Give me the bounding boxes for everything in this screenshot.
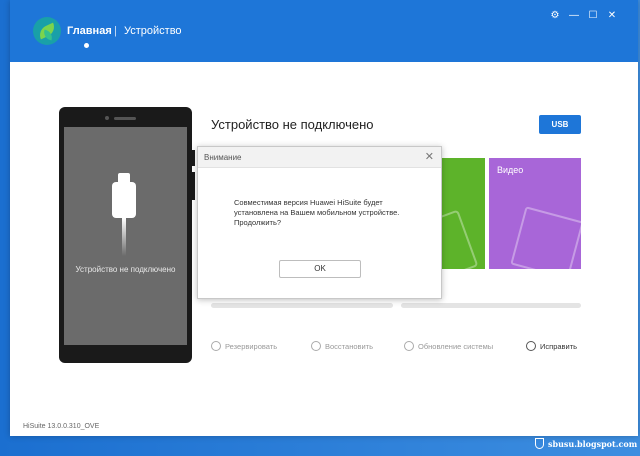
storage-bar-left bbox=[211, 303, 393, 308]
phone-status-text: Устройство не подключено bbox=[75, 265, 176, 274]
hisuite-logo-icon bbox=[33, 17, 61, 45]
backup-button[interactable]: Резервировать bbox=[211, 341, 277, 351]
tile-green[interactable] bbox=[440, 158, 485, 269]
video-icon bbox=[510, 206, 581, 269]
settings-icon[interactable]: ⚙ bbox=[549, 11, 561, 21]
usb-plug-icon bbox=[112, 173, 136, 218]
app-header: Главная | Устройство ⚙ — ☐ ✕ bbox=[10, 0, 638, 62]
phone-screen: Устройство не подключено bbox=[64, 127, 187, 345]
minimize-icon[interactable]: — bbox=[568, 11, 580, 21]
system-update-icon bbox=[404, 341, 414, 351]
maximize-icon[interactable]: ☐ bbox=[587, 11, 599, 21]
shield-icon bbox=[535, 438, 544, 449]
phone-illustration: Устройство не подключено bbox=[59, 107, 192, 363]
system-update-button[interactable]: Обновление системы bbox=[404, 341, 493, 351]
watermark: sbusu.blogspot.com bbox=[535, 438, 637, 449]
dialog-title: Внимание bbox=[204, 153, 242, 162]
nav-separator: | bbox=[114, 25, 117, 37]
tile-video[interactable]: Видео bbox=[489, 158, 581, 269]
backup-label: Резервировать bbox=[225, 341, 278, 351]
system-update-label: Обновление системы bbox=[418, 341, 494, 351]
usb-connect-button[interactable]: USB bbox=[539, 115, 581, 134]
phone-camera bbox=[105, 116, 109, 120]
watermark-text: sbusu.blogspot.com bbox=[548, 438, 638, 449]
hisuite-window: Главная | Устройство ⚙ — ☐ ✕ Устройство … bbox=[10, 0, 638, 436]
tile-image-icon bbox=[440, 209, 479, 269]
storage-bar-right bbox=[401, 303, 581, 308]
repair-label: Исправить bbox=[540, 341, 578, 351]
nav-tab-device[interactable]: Устройство bbox=[124, 25, 182, 37]
usb-cable-icon bbox=[122, 218, 126, 256]
phone-speaker bbox=[114, 117, 136, 120]
restore-icon bbox=[311, 341, 321, 351]
phone-side-button bbox=[192, 150, 195, 166]
ok-button[interactable]: OK bbox=[279, 260, 361, 278]
version-label: HiSuite 13.0.0.310_OVE bbox=[23, 423, 100, 430]
tile-video-label: Видео bbox=[497, 165, 524, 175]
dialog-message: Совместимая версия Huawei HiSuite будет … bbox=[234, 198, 400, 227]
dialog-titlebar: Внимание ✕ bbox=[198, 147, 441, 168]
active-tab-indicator bbox=[84, 43, 89, 48]
connection-status-title: Устройство не подключено bbox=[211, 117, 374, 132]
backup-icon bbox=[211, 341, 221, 351]
repair-gear-icon bbox=[526, 341, 536, 351]
close-icon[interactable]: ✕ bbox=[606, 11, 618, 21]
phone-volume-button bbox=[192, 172, 195, 200]
restore-label: Восстановить bbox=[325, 341, 374, 351]
repair-button[interactable]: Исправить bbox=[526, 341, 577, 351]
dialog-close-icon[interactable]: ✕ bbox=[425, 150, 434, 163]
attention-dialog: Внимание ✕ Совместимая версия Huawei HiS… bbox=[197, 146, 442, 299]
nav-tab-home[interactable]: Главная bbox=[67, 25, 112, 37]
restore-button[interactable]: Восстановить bbox=[311, 341, 373, 351]
